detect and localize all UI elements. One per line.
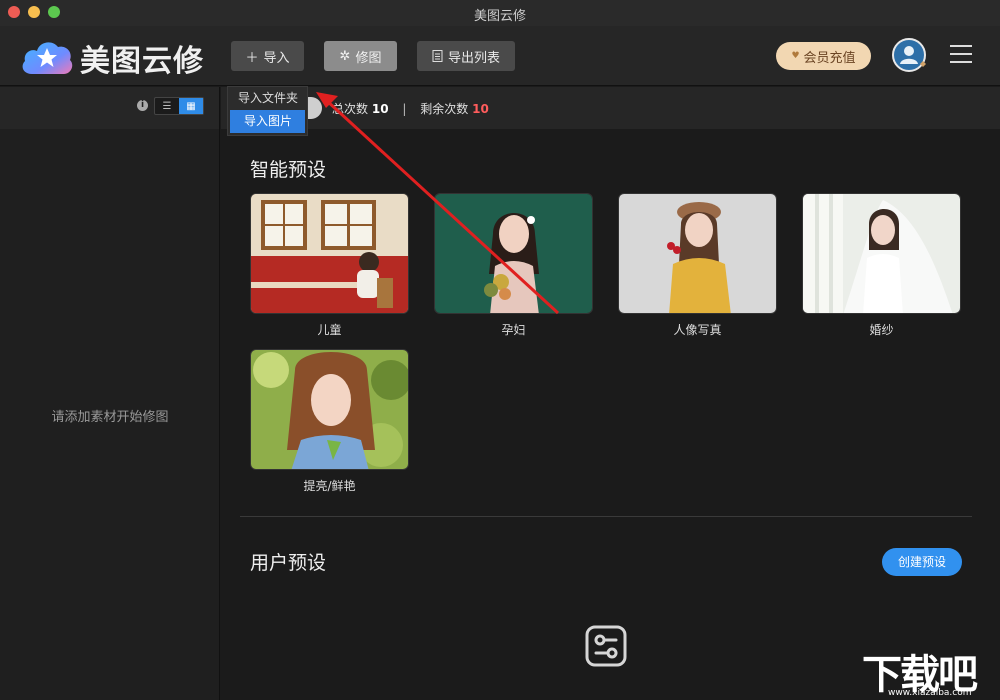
export-list-button-label: 导出列表 [447,50,500,66]
brand-name: 美图云修 [80,44,204,79]
import-button-label: 导入 [263,50,290,66]
menu-item-import-images[interactable]: 导入图片 [230,110,305,133]
vip-recharge-button[interactable]: ♥ 会员充值 [776,42,871,70]
create-preset-button[interactable]: 创建预设 [882,548,962,576]
import-dropdown-menu: 导入文件夹 导入图片 [227,86,308,136]
preset-label: 儿童 [317,323,342,337]
remaining-count-value: 10 [472,102,489,116]
import-button[interactable]: ＋ 导入 [231,41,304,71]
sidebar-header: i ☰ ▦ [0,87,219,129]
view-mode-toggle: ☰ ▦ [154,97,204,115]
watermark: 下载吧 www.xiazaiba.com [862,640,997,698]
retouch-button-label: 修图 [355,50,382,66]
user-presets-title: 用户预设 [250,552,327,574]
preset-card-portrait[interactable]: 人像写真 [618,193,777,338]
sparkle-icon: ✲ [339,48,351,64]
preset-card-pregnant[interactable]: 孕妇 [434,193,593,338]
preset-label: 提亮/鲜艳 [303,479,356,493]
total-count-value: 10 [371,102,389,116]
menu-item-import-folder[interactable]: 导入文件夹 [228,87,307,110]
retouch-button[interactable]: ✲ 修图 [324,41,397,71]
left-sidebar: i ☰ ▦ 请添加素材开始修图 [0,87,220,700]
toolbar: 美图云修 ＋ 导入 ✲ 修图 导出列表 ♥ 会员充值 [0,26,1000,86]
preset-card-children[interactable]: 儿童 [250,193,409,338]
list-view-icon[interactable]: ☰ [155,98,179,114]
section-divider [240,516,972,517]
preset-thumbnail [618,193,777,314]
preset-panel: 智能预设 儿童 孕妇 人像写真 婚纱 提亮/鲜艳 用户预设 创建预设 [221,129,1000,700]
watermark-url: www.xiazaiba.com [888,688,972,698]
total-count-label: 总次数 [332,102,369,116]
preset-thumbnail [802,193,961,314]
cloud-logo-icon [22,42,73,74]
usage-separator: | [402,102,407,116]
usage-counts: 总次数 10 | 剩余次数 10 [332,100,489,117]
preset-thumbnail [250,193,409,314]
heart-icon: ♥ [791,51,800,61]
empty-hint: 请添加素材开始修图 [51,410,169,425]
document-icon [432,50,443,62]
usage-bar: 总次数 10 | 剩余次数 10 [221,87,1000,129]
preset-settings-icon [585,625,627,667]
preset-card-wedding[interactable]: 婚纱 [802,193,961,338]
vip-recharge-label: 会员充值 [803,50,856,66]
preset-label: 婚纱 [869,323,894,337]
smart-presets-title: 智能预设 [250,159,327,181]
plus-icon: ＋ [245,50,259,66]
title-bar: 美图云修 [0,0,1000,26]
export-list-button[interactable]: 导出列表 [417,41,515,71]
hamburger-menu-icon[interactable] [950,45,972,65]
user-avatar-icon[interactable] [892,38,928,74]
preset-label: 孕妇 [501,323,526,337]
preset-label: 人像写真 [673,323,722,337]
preset-thumbnail [434,193,593,314]
usage-indicator [306,97,322,119]
info-icon[interactable]: i [137,100,148,111]
grid-view-icon[interactable]: ▦ [179,98,203,114]
remaining-count-label: 剩余次数 [420,102,469,116]
preset-card-brighten[interactable]: 提亮/鲜艳 [250,349,409,494]
window-title: 美图云修 [473,9,526,24]
preset-thumbnail [250,349,409,470]
